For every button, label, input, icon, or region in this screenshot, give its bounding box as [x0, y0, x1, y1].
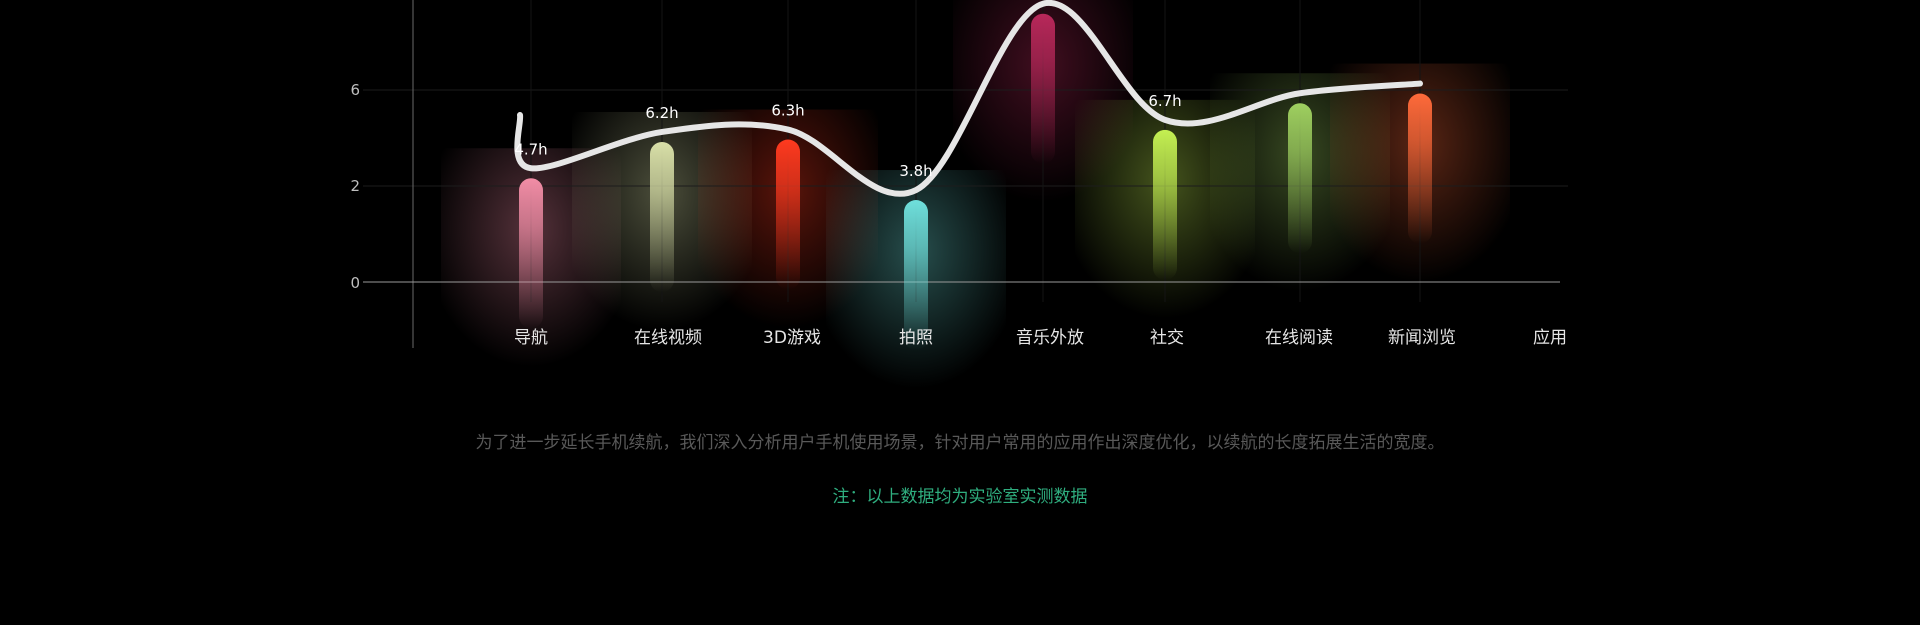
y-tick-label: 2: [350, 177, 360, 195]
note-text: 注：以上数据均为实验室实测数据: [832, 487, 1088, 507]
usage-time-chart: 0 2 6 4.7h 6.2h 6.3h 3.8h 6.7h 导航 在线视频 3D游戏 拍照 音乐外放 社…: [350, 0, 1568, 401]
description-text: 为了进一步延长手机续航，我们深入分析用户手机使用场景，针对用户常用的应用作出深度…: [475, 433, 1445, 453]
y-tick-label: 6: [350, 81, 360, 99]
value-label: 6.3h: [771, 102, 804, 120]
bar-6: [1288, 103, 1312, 254]
bar-0: [519, 178, 543, 329]
value-label: 6.7h: [1148, 92, 1181, 110]
bar-4: [1031, 13, 1055, 164]
category-label: 导航: [514, 328, 548, 348]
bar-1: [650, 141, 674, 292]
category-label: 在线视频: [634, 328, 702, 348]
bar-5: [1153, 129, 1177, 280]
category-label: 音乐外放: [1016, 328, 1084, 348]
category-label: 在线阅读: [1265, 328, 1333, 348]
category-label: 3D游戏: [763, 328, 821, 348]
bar-2: [776, 139, 800, 290]
value-label: 3.8h: [899, 162, 932, 180]
category-label: 社交: [1150, 328, 1184, 348]
y-tick-label: 0: [350, 274, 360, 292]
bar-7: [1408, 93, 1432, 244]
x-axis-title: 应用: [1533, 328, 1567, 348]
category-label: 新闻浏览: [1388, 328, 1456, 348]
value-label: 4.7h: [514, 140, 547, 158]
value-label: 6.2h: [645, 104, 678, 122]
category-label: 拍照: [899, 328, 933, 348]
glow-layer: [441, 0, 1510, 401]
